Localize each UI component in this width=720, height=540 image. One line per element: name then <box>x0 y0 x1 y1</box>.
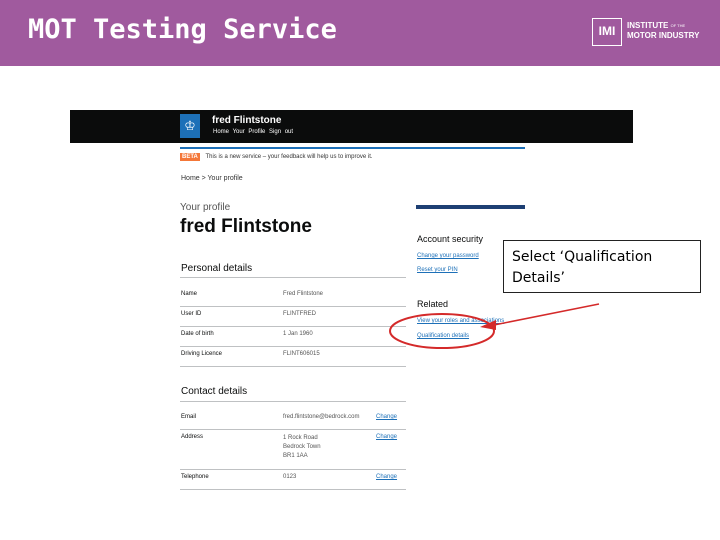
slide-header: MOT Testing Service IMI INSTITUTE OF THE… <box>0 0 720 66</box>
crown-icon[interactable]: ♔ <box>180 114 200 138</box>
header-user-name: fred Flintstone <box>212 115 282 126</box>
gov-header: ♔ fred Flintstone Home Your Profile Sign… <box>70 110 633 143</box>
imi-logo-of-the: OF THE <box>670 23 686 28</box>
row-label: User ID <box>181 311 202 317</box>
section-divider <box>180 277 406 278</box>
address-line-1: 1 Rock Road <box>283 435 318 441</box>
row-label: Address <box>181 434 204 440</box>
change-password-link[interactable]: Change your password <box>417 253 479 259</box>
slide-title: MOT Testing Service <box>28 14 337 45</box>
row-label: Name <box>181 291 198 297</box>
sidebar-accent-bar <box>416 205 525 209</box>
profile-screenshot: ♔ fred Flintstone Home Your Profile Sign… <box>70 110 633 510</box>
row-value: FLINT606015 <box>283 351 320 357</box>
imi-logo-mark: IMI <box>592 18 622 46</box>
nav-home[interactable]: Home <box>213 129 229 135</box>
table-row: User ID FLINTFRED <box>180 306 406 327</box>
imi-logo: IMI INSTITUTE OF THE MOTOR INDUSTRY <box>592 18 704 48</box>
instruction-callout: Select ‘Qualification Details’ <box>503 240 701 293</box>
address-line-2: Bedrock Town <box>283 444 321 450</box>
qualification-details-link[interactable]: Qualification details <box>417 333 469 339</box>
imi-logo-line2: MOTOR INDUSTRY <box>627 31 700 41</box>
personal-details-heading: Personal details <box>181 263 253 274</box>
table-row: Telephone 0123 Change <box>180 469 406 490</box>
page-title: fred Flintstone <box>180 216 312 237</box>
header-nav: Home Your Profile Sign out <box>213 129 293 135</box>
account-security-heading: Account security <box>417 234 484 244</box>
nav-sign-out[interactable]: Sign out <box>269 129 293 135</box>
address-line-3: BR1 1AA <box>283 453 308 459</box>
section-divider <box>180 401 406 402</box>
callout-line-1: Select ‘Qualification <box>512 249 653 265</box>
breadcrumb[interactable]: Home > Your profile <box>181 175 243 182</box>
row-value: 1 Rock Road Bedrock Town BR1 1AA <box>283 434 321 461</box>
row-label: Telephone <box>181 474 209 480</box>
callout-line-2: Details’ <box>512 270 565 286</box>
row-label: Email <box>181 414 197 420</box>
phase-banner: BETA This is a new service – your feedba… <box>180 153 373 161</box>
imi-logo-text: INSTITUTE OF THE MOTOR INDUSTRY <box>627 21 699 41</box>
table-row: Name Fred Flintstone <box>180 286 406 307</box>
row-value: FLINTFRED <box>283 311 316 317</box>
row-value: 1 Jan 1960 <box>283 331 313 337</box>
nav-your-profile[interactable]: Your Profile <box>233 129 266 135</box>
table-row: Driving Licence FLINT606015 <box>180 346 406 367</box>
phase-text: This is a new service – your feedback wi… <box>205 154 373 160</box>
row-value: Fred Flintstone <box>283 291 324 297</box>
change-address-link[interactable]: Change <box>376 434 397 440</box>
table-row: Date of birth 1 Jan 1960 <box>180 326 406 347</box>
roles-associations-link[interactable]: View your roles and associations <box>417 318 504 324</box>
row-label: Date of birth <box>181 331 214 337</box>
row-label: Driving Licence <box>181 351 223 357</box>
change-email-link[interactable]: Change <box>376 414 397 420</box>
related-heading: Related <box>417 299 449 309</box>
beta-tag: BETA <box>180 153 200 161</box>
table-row: Address 1 Rock Road Bedrock Town BR1 1AA… <box>180 429 406 470</box>
row-value: fred.flintstone@bedrock.com <box>283 414 360 420</box>
row-value: 0123 <box>283 474 297 480</box>
reset-pin-link[interactable]: Reset your PIN <box>417 267 458 273</box>
page-caption: Your profile <box>180 202 231 213</box>
table-row: Email fred.flintstone@bedrock.com Change <box>180 409 406 430</box>
contact-details-heading: Contact details <box>181 386 248 397</box>
phase-divider <box>180 147 525 149</box>
imi-logo-line1: INSTITUTE <box>627 21 669 31</box>
change-telephone-link[interactable]: Change <box>376 474 397 480</box>
